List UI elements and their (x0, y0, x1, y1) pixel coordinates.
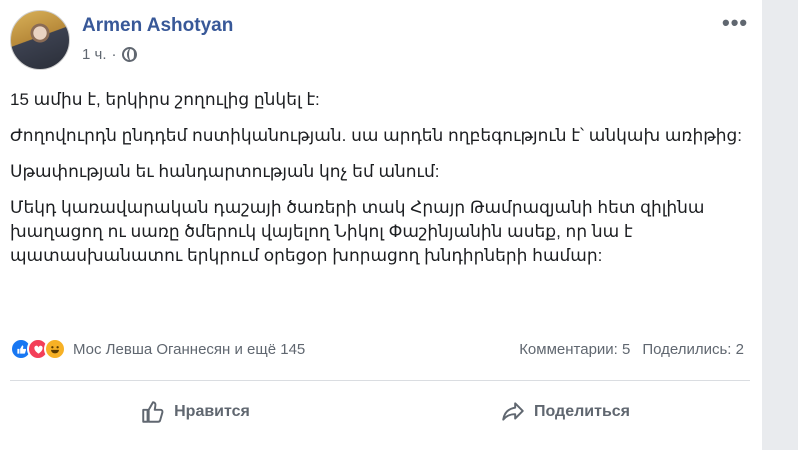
haha-icon (44, 338, 66, 360)
more-options-icon[interactable]: ••• (722, 10, 748, 36)
shares-count[interactable]: Поделились: 2 (642, 341, 744, 358)
page-background-strip (762, 0, 798, 450)
post-body: 15 ամիս է, երկիրս շողուլից ընկել է: Ժողո… (10, 88, 750, 280)
like-button-label: Нравится (174, 403, 250, 420)
share-button-label: Поделиться (533, 403, 631, 420)
author-name[interactable]: Armen Ashotyan (82, 15, 233, 37)
avatar[interactable] (10, 10, 70, 70)
post-paragraph: 15 ամիս է, երկիրս շողուլից ընկել է: (10, 90, 320, 109)
facebook-post: Armen Ashotyan 1 ч. · ••• 15 ամիս է, երկ… (0, 0, 762, 450)
post-paragraph: Մեկդ կառավարական դաշայի ծառերի տակ Հրայր… (10, 198, 705, 265)
share-button[interactable]: Поделиться (380, 390, 750, 434)
reaction-summary[interactable]: Мос Левша Оганнесян и ещё 145 (10, 338, 305, 360)
post-paragraph: Սթափության եւ հանդարտության կոչ եմ անում… (10, 162, 440, 181)
post-meta: 1 ч. · (82, 46, 137, 63)
post-paragraph: Ժողովուրդն ընդդեմ ոստիկանության. սա արդե… (10, 126, 743, 145)
post-time[interactable]: 1 ч. (82, 46, 107, 63)
comments-count[interactable]: Комментарии: 5 (519, 341, 630, 358)
divider (10, 380, 750, 381)
thumbs-up-icon (142, 401, 164, 423)
action-bar: Нравится Поделиться (10, 390, 750, 434)
globe-icon (121, 47, 137, 62)
share-arrow-icon (502, 402, 524, 421)
engagement-counts: Комментарии: 5 Поделились: 2 (519, 341, 744, 358)
reaction-names[interactable]: Мос Левша Оганнесян и ещё 145 (73, 341, 305, 358)
meta-separator: · (111, 46, 117, 63)
like-button[interactable]: Нравится (10, 390, 380, 434)
